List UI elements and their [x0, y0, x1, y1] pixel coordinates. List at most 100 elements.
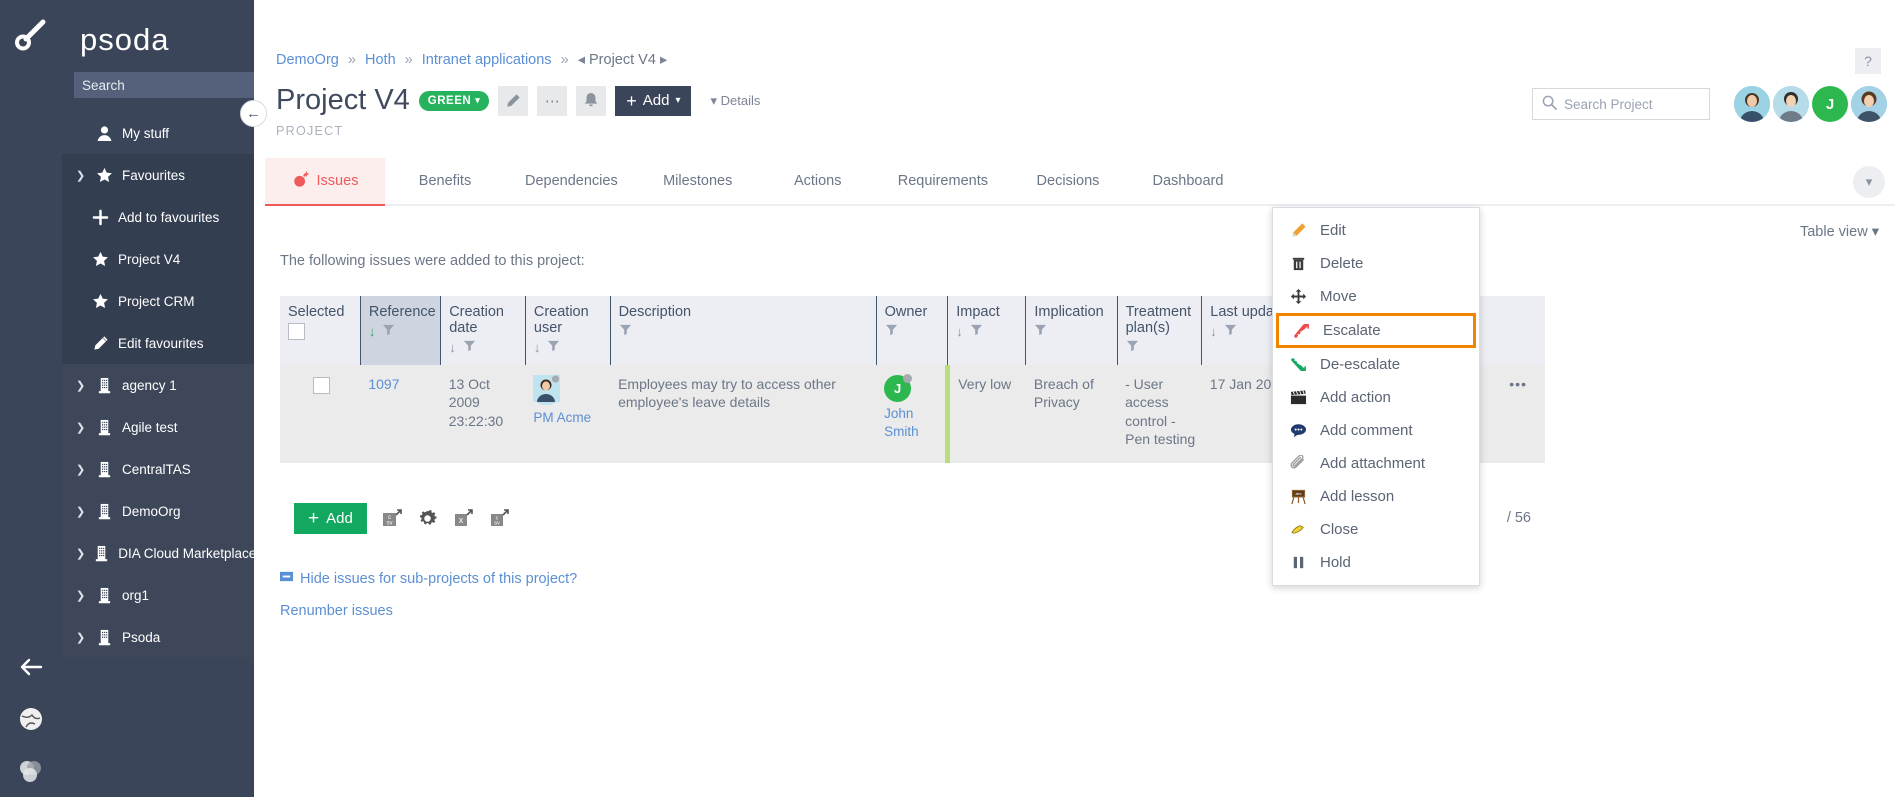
breadcrumb-hoth[interactable]: Hoth	[365, 52, 396, 68]
sidebar-item-centraltas[interactable]: ❯ CentralTAS	[62, 448, 254, 490]
context-menu-item-add-comment[interactable]: Add comment	[1273, 414, 1479, 447]
project-search-input[interactable]: Search Project	[1532, 88, 1710, 120]
breadcrumb-intranet-applications[interactable]: Intranet applications	[422, 52, 552, 68]
sort-desc-icon[interactable]: ↓	[369, 324, 376, 339]
breadcrumb-demoorg[interactable]: DemoOrg	[276, 52, 339, 68]
filter-icon[interactable]	[547, 339, 560, 355]
sidebar-item-add-to-favourites[interactable]: Add to favourites	[62, 196, 254, 238]
row-select-checkbox[interactable]	[312, 377, 330, 394]
add-issue-button[interactable]: + Add	[294, 502, 367, 534]
column-header-impact[interactable]: Impact ↓	[947, 296, 1026, 365]
status-badge[interactable]: GREEN ▾	[418, 90, 490, 111]
add-button[interactable]: + Add ▾	[615, 85, 692, 116]
globe-icon[interactable]	[0, 693, 62, 745]
context-menu-item-escalate[interactable]: Escalate	[1276, 313, 1476, 348]
sidebar-item-my-stuff[interactable]: My stuff	[62, 112, 254, 154]
sidebar-item-project-crm[interactable]: Project CRM	[62, 280, 254, 322]
sidebar-item-agency-1[interactable]: ❯ agency 1	[62, 364, 254, 406]
gear-icon[interactable]	[417, 507, 439, 529]
tab-benefits[interactable]: Benefits	[385, 158, 505, 204]
column-header-description[interactable]: Description	[609, 296, 877, 365]
sidebar-item-favourites[interactable]: ❯ Favourites	[62, 154, 254, 196]
filter-icon[interactable]	[1034, 323, 1047, 339]
more-options-button[interactable]: ⋯	[537, 85, 568, 116]
reference-link[interactable]: 1097	[368, 376, 399, 392]
tab-actions[interactable]: Actions	[758, 158, 878, 204]
avatar[interactable]	[1773, 86, 1809, 122]
excel-import-icon[interactable]: x	[453, 507, 475, 529]
plus-icon: +	[626, 90, 637, 111]
row-actions-menu-button[interactable]: •••	[1509, 376, 1527, 392]
renumber-issues-link[interactable]: Renumber issues	[280, 603, 393, 619]
tab-decisions[interactable]: Decisions	[1008, 158, 1128, 204]
tab-dependencies[interactable]: Dependencies	[505, 158, 638, 204]
sidebar-item-dia-cloud-marketplace[interactable]: ❯ DIA Cloud Marketplace	[62, 532, 254, 574]
column-header-reference[interactable]: Reference ↓	[359, 296, 441, 365]
context-menu-item-de-escalate[interactable]: De-escalate	[1273, 348, 1479, 381]
star-icon	[92, 251, 109, 268]
filter-icon[interactable]	[1126, 339, 1139, 355]
column-header-selected[interactable]: Selected	[280, 296, 361, 365]
sidebar-item-psoda[interactable]: ❯ Psoda	[62, 616, 254, 658]
tab-milestones[interactable]: Milestones	[638, 158, 758, 204]
content-intro-text: The following issues were added to this …	[280, 253, 585, 269]
column-header-treatment-plans[interactable]: Treatment plan(s)	[1116, 296, 1202, 365]
filter-icon[interactable]	[382, 323, 395, 339]
context-menu-item-add-action[interactable]: Add action	[1273, 381, 1479, 414]
filter-icon[interactable]	[619, 323, 632, 339]
sidebar-item-agile-test[interactable]: ❯ Agile test	[62, 406, 254, 448]
sort-desc-icon[interactable]: ↓	[1210, 324, 1217, 339]
context-menu-item-delete[interactable]: Delete	[1273, 247, 1479, 280]
column-header-creation-date[interactable]: Creation date ↓	[440, 296, 526, 365]
venn-icon[interactable]	[0, 745, 62, 797]
table-view-selector[interactable]: Table view ▾	[1800, 224, 1879, 240]
sidebar-item-label: DIA Cloud Marketplace	[118, 545, 254, 561]
tab-overflow-button[interactable]: ▾	[1853, 166, 1885, 198]
tab-issues[interactable]: Issues	[265, 158, 385, 206]
sidebar-search-input[interactable]	[74, 72, 254, 98]
tab-requirements[interactable]: Requirements	[878, 158, 1008, 204]
column-header-implication[interactable]: Implication	[1025, 296, 1118, 365]
main-content: DemoOrg » Hoth » Intranet applications »…	[254, 0, 1895, 797]
back-arrow-icon[interactable]	[0, 641, 62, 693]
creation-user-name[interactable]: PM Acme	[533, 409, 604, 427]
filter-icon[interactable]	[885, 323, 898, 339]
column-header-creation-user[interactable]: Creation user ↓	[524, 296, 611, 365]
context-menu-item-add-lesson[interactable]: abc Add lesson	[1273, 480, 1479, 513]
details-toggle[interactable]: ▾ Details	[710, 93, 760, 109]
sidebar-item-org1[interactable]: ❯ org1	[62, 574, 254, 616]
sidebar-item-project-v4[interactable]: Project V4	[62, 238, 254, 280]
filter-icon[interactable]	[970, 323, 983, 339]
star-icon	[96, 167, 113, 184]
context-menu-item-move[interactable]: Move	[1273, 280, 1479, 313]
sort-desc-icon[interactable]: ↓	[956, 324, 963, 339]
filter-icon[interactable]	[463, 339, 476, 355]
notifications-bell-button[interactable]	[576, 85, 607, 116]
help-button[interactable]: ?	[1855, 48, 1881, 74]
hide-subproject-issues-link[interactable]: Hide issues for sub-projects of this pro…	[280, 570, 577, 587]
sort-desc-icon[interactable]: ↓	[534, 340, 541, 355]
sidebar-item-demoorg[interactable]: ❯ DemoOrg	[62, 490, 254, 532]
avatar[interactable]	[1851, 86, 1887, 122]
avatar[interactable]	[1734, 86, 1770, 122]
sort-desc-icon[interactable]: ↓	[449, 340, 456, 355]
column-header-owner[interactable]: Owner	[875, 296, 948, 365]
sidebar-item-edit-favourites[interactable]: Edit favourites	[62, 322, 254, 364]
cell-owner: J John Smith	[876, 365, 948, 463]
sidebar-collapse-button[interactable]: ←	[240, 100, 267, 127]
owner-name[interactable]: John Smith	[884, 405, 939, 441]
tab-dashboard[interactable]: Dashboard	[1128, 158, 1248, 204]
edit-button[interactable]	[498, 85, 529, 116]
context-menu-item-hold[interactable]: Hold	[1273, 546, 1479, 579]
context-menu-item-edit[interactable]: Edit	[1273, 214, 1479, 247]
csv-import-icon[interactable]: c sv	[489, 507, 511, 529]
select-all-checkbox[interactable]	[288, 323, 305, 340]
context-menu-item-add-attachment[interactable]: Add attachment	[1273, 447, 1479, 480]
csv-export-icon[interactable]: c sv	[381, 507, 403, 529]
context-menu-item-close[interactable]: Close	[1273, 513, 1479, 546]
avatar-current-user[interactable]: J	[1812, 86, 1848, 122]
filter-icon[interactable]	[1224, 323, 1237, 339]
breadcrumb-next-icon[interactable]: ▸	[660, 52, 667, 68]
avatar	[533, 375, 561, 405]
breadcrumb-prev-icon[interactable]: ◂	[578, 52, 585, 68]
